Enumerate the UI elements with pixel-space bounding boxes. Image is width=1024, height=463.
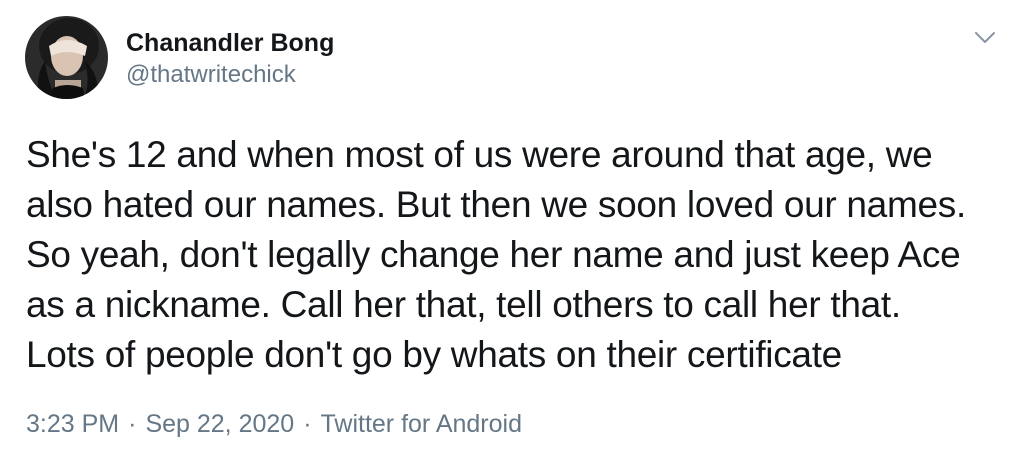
chevron-down-icon[interactable] bbox=[970, 26, 1000, 50]
tweet-text-line: She's 12 and when most of us were around… bbox=[26, 134, 933, 175]
tweet-text-line: So yeah, don't legally change her name a… bbox=[26, 234, 961, 275]
display-name[interactable]: Chanandler Bong bbox=[126, 28, 334, 58]
tweet-card: Chanandler Bong @thatwritechick She's 12… bbox=[0, 0, 1024, 463]
tweet-text: She's 12 and when most of us were around… bbox=[26, 130, 1011, 380]
tweet-metadata: 3:23 PM · Sep 22, 2020 · Twitter for Android bbox=[26, 408, 522, 440]
user-handle[interactable]: @thatwritechick bbox=[126, 60, 296, 90]
separator: · bbox=[303, 410, 312, 438]
tweet-text-line: Lots of people don't go by whats on thei… bbox=[26, 334, 842, 375]
separator: · bbox=[128, 410, 137, 438]
tweet-source[interactable]: Twitter for Android bbox=[321, 410, 522, 438]
tweet-time[interactable]: 3:23 PM bbox=[26, 410, 119, 438]
tweet-text-line: also hated our names. But then we soon l… bbox=[26, 184, 966, 225]
avatar[interactable] bbox=[25, 16, 108, 99]
tweet-date[interactable]: Sep 22, 2020 bbox=[145, 410, 294, 438]
tweet-text-line: as a nickname. Call her that, tell other… bbox=[26, 284, 901, 325]
